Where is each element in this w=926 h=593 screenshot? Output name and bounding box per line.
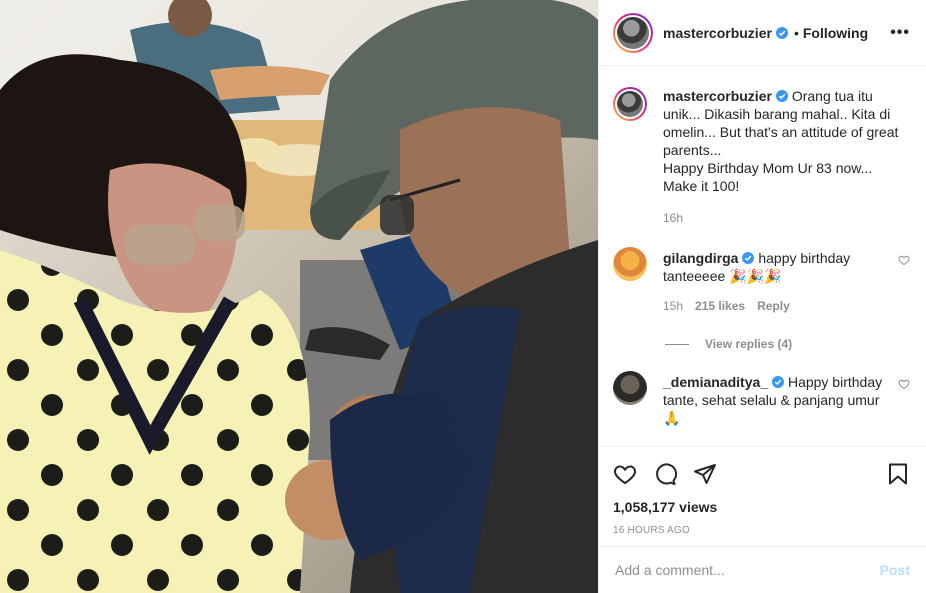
view-replies-label: View replies (4) — [705, 337, 793, 351]
comment-likes[interactable]: 215 likes — [695, 297, 745, 315]
caption-avatar-image — [617, 91, 643, 117]
separator-dot: • — [793, 24, 799, 41]
photo-scene — [0, 0, 598, 593]
caption-author-avatar[interactable] — [613, 87, 647, 121]
comment-timestamp[interactable]: 15h — [663, 297, 683, 315]
comment-body: gilangdirga happy birthday tanteeeee 🎉🎉🎉… — [663, 249, 892, 315]
caption-body: mastercorbuzier Orang tua itu unik... Di… — [663, 87, 910, 227]
add-comment-bar: Post — [599, 546, 926, 593]
comment-bubble-icon[interactable] — [653, 462, 677, 486]
verified-badge-icon — [772, 376, 785, 388]
add-comment-input[interactable] — [615, 562, 880, 578]
author-username[interactable]: mastercorbuzier — [663, 25, 772, 41]
view-replies-line — [665, 343, 689, 345]
comment-like-heart-icon[interactable] — [898, 254, 910, 266]
verified-badge-icon — [775, 26, 788, 39]
post-actions: 1,058,177 views 16 HOURS AGO — [599, 446, 926, 536]
post-timestamp[interactable]: 16 HOURS AGO — [613, 525, 910, 536]
reply-button[interactable]: Reply — [757, 297, 790, 315]
author-avatar[interactable] — [613, 12, 653, 53]
view-replies-button[interactable]: View replies (4) — [665, 337, 910, 351]
comment-body: _demianaditya_ Happy birthday tante, seh… — [663, 373, 892, 427]
caption-timestamp[interactable]: 16h — [663, 209, 910, 227]
post-media-image[interactable] — [0, 0, 598, 593]
comment-like-heart-icon[interactable] — [898, 378, 910, 390]
commenter-avatar[interactable] — [613, 247, 647, 281]
comment-username[interactable]: gilangdirga — [663, 250, 738, 266]
post-side-panel: mastercorbuzier • Following ••• masterco… — [598, 0, 926, 593]
view-count[interactable]: 1,058,177 views — [613, 499, 910, 515]
more-options-icon[interactable]: ••• — [890, 24, 910, 42]
comment-username[interactable]: _demianaditya_ — [663, 374, 768, 390]
verified-badge-icon — [775, 90, 788, 102]
comment-item: _demianaditya_ Happy birthday tante, seh… — [613, 371, 910, 427]
commenter-avatar[interactable] — [613, 371, 647, 405]
following-button[interactable]: Following — [803, 25, 868, 41]
save-bookmark-icon[interactable] — [886, 462, 910, 486]
post-header: mastercorbuzier • Following ••• — [599, 0, 926, 66]
verified-badge-icon — [742, 252, 755, 264]
comment-meta: 15h 215 likes Reply — [663, 297, 892, 315]
caption-username[interactable]: mastercorbuzier — [663, 88, 772, 104]
comments-list[interactable]: mastercorbuzier Orang tua itu unik... Di… — [599, 67, 926, 444]
header-meta: mastercorbuzier • Following — [663, 25, 868, 41]
comment-item: gilangdirga happy birthday tanteeeee 🎉🎉🎉… — [613, 247, 910, 315]
caption: mastercorbuzier Orang tua itu unik... Di… — [613, 87, 910, 227]
post-comment-button[interactable]: Post — [880, 562, 910, 578]
action-icons — [613, 459, 910, 489]
like-heart-icon[interactable] — [613, 462, 637, 486]
share-paper-plane-icon[interactable] — [693, 462, 717, 486]
author-avatar-image — [617, 16, 649, 49]
